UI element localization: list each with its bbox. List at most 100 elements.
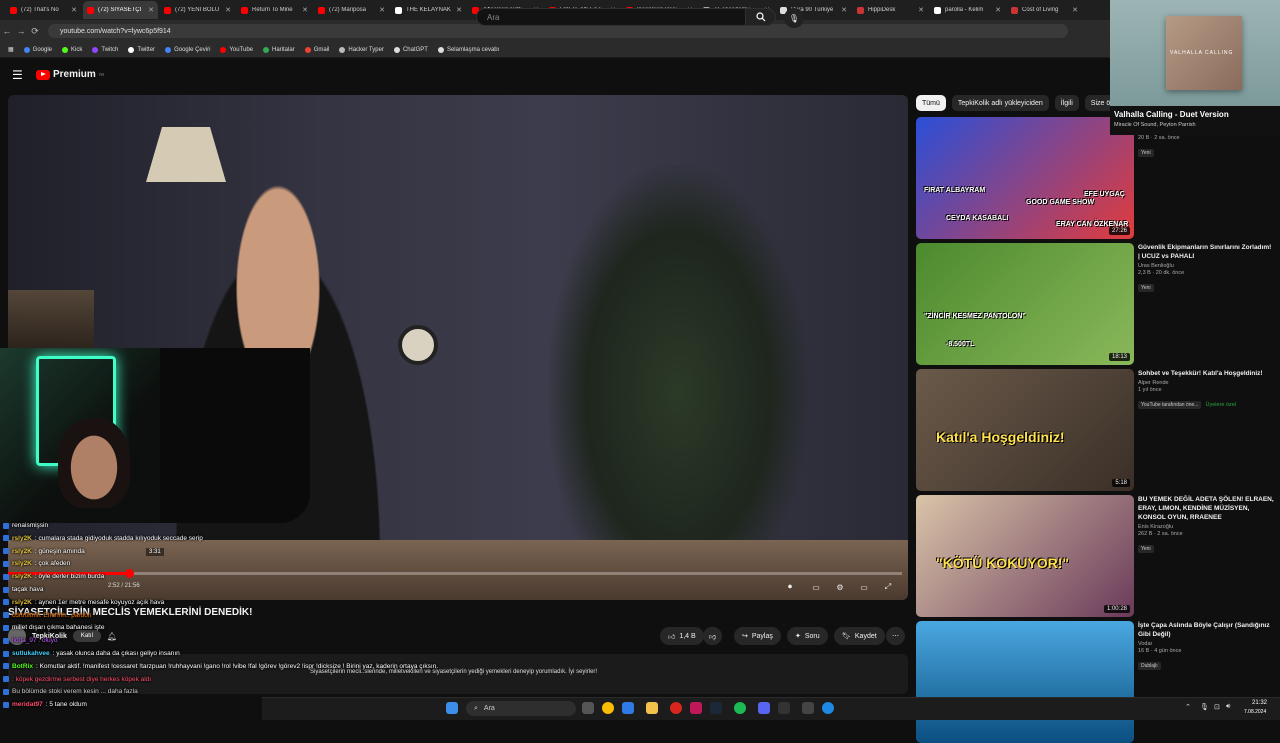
browser-tab[interactable]: THE KELAYNAK ✕	[391, 1, 466, 19]
filter-chip[interactable]: TepkiKolik adlı yükleyiciden	[951, 95, 1049, 111]
browser-tab[interactable]: (72) That's No ✕	[6, 1, 81, 19]
browser-tab[interactable]: (72) Mariposa ✕	[314, 1, 389, 19]
browser-tab[interactable]: (72) YENİ BÖLÜ ✕	[160, 1, 235, 19]
recommended-channel[interactable]: Vodar	[1138, 641, 1274, 647]
recommended-channel[interactable]: Enis Kirazoğlu	[1138, 524, 1274, 530]
file-explorer-icon[interactable]	[646, 702, 658, 714]
settings-gear-icon[interactable]: ⚙	[831, 580, 849, 594]
tab-close-icon[interactable]: ✕	[379, 6, 385, 14]
more-actions-button[interactable]: ⋯	[886, 627, 905, 645]
tab-favicon-icon	[10, 6, 17, 14]
recommended-channel[interactable]: Uras Benlioğlu	[1138, 263, 1274, 269]
recommended-video[interactable]: "KÖTÜ KOKUYOR!" 1:00:28 BU YEMEK DEĞİL ADE…	[916, 495, 1276, 617]
edge-icon[interactable]	[822, 702, 834, 714]
hamburger-menu-icon[interactable]: ☰	[12, 68, 23, 82]
browser-tab[interactable]: HippiDesk ✕	[853, 1, 928, 19]
app-icon-gray[interactable]	[802, 702, 814, 714]
url-field[interactable]: youtube.com/watch?v=lywc6p5f914	[48, 24, 1068, 38]
tab-close-icon[interactable]: ✕	[841, 6, 847, 14]
browser-tab[interactable]: Cost of Living ✕	[1007, 1, 1082, 19]
recommended-title[interactable]: Sohbet ve Teşekkür! Katıl'a Hoşgeldiniz!	[1138, 369, 1274, 378]
mini-player-title[interactable]: Valhalla Calling - Duet Version	[1114, 110, 1229, 119]
subtitles-icon[interactable]: ▭	[807, 580, 825, 594]
recommended-video[interactable]: "ZİNCİR KESMEZ PANTOLON" -8.500TL 18:13 Güv…	[916, 243, 1276, 365]
windows-start-icon[interactable]	[446, 702, 458, 714]
tab-close-icon[interactable]: ✕	[148, 6, 154, 14]
video-thumbnail[interactable]: FIRAT ALBAYRAM CEYDA KASABALI GOOD GAME SH…	[916, 117, 1134, 239]
fullscreen-icon[interactable]: ⤢	[879, 580, 897, 594]
filter-chip[interactable]: Tümü	[916, 95, 946, 111]
volume-icon[interactable]: 🔊︎	[1226, 703, 1230, 711]
browser-tab[interactable]: parolla - Kelim ✕	[930, 1, 1005, 19]
tab-close-icon[interactable]: ✕	[456, 6, 462, 14]
taskbar-time[interactable]: 21:32	[1252, 700, 1267, 706]
recommended-channel[interactable]: Alper Rende	[1138, 380, 1274, 386]
tab-close-icon[interactable]: ✕	[918, 6, 924, 14]
video-thumbnail[interactable]: "KÖTÜ KOKUYOR!"	[916, 495, 1134, 617]
network-icon[interactable]: ⊡	[1214, 703, 1220, 711]
reload-icon[interactable]: ⟳	[28, 26, 42, 37]
bookmark-item[interactable]: ChatGPT	[393, 46, 428, 53]
discord-icon[interactable]	[758, 702, 770, 714]
tray-chevron-icon[interactable]: ⌃	[1185, 703, 1191, 711]
bookmark-item[interactable]: Kick	[62, 46, 82, 53]
bookmark-item[interactable]: Google	[23, 46, 52, 53]
like-button[interactable]: 👍︎ 1,4 B	[660, 627, 704, 645]
bookmark-item[interactable]: YouTube	[220, 46, 253, 53]
mic-tray-icon[interactable]: 🎙︎	[1200, 703, 1209, 711]
widgets-icon[interactable]	[622, 702, 634, 714]
webcam-overlay	[0, 348, 160, 523]
tab-close-icon[interactable]: ✕	[71, 6, 77, 14]
bookmark-item[interactable]: Selamlaşma cevabı	[437, 46, 499, 53]
terminal-icon[interactable]	[778, 702, 790, 714]
recommended-title[interactable]: Güvenlik Ekipmanların Sınırlarını Zorlad…	[1138, 243, 1274, 261]
tab-close-icon[interactable]: ✕	[225, 6, 231, 14]
recommended-video[interactable]: Katıl'a Hoşgeldiniz! 5:18 Sohbet ve Teşekk…	[916, 369, 1276, 491]
share-button[interactable]: ↪ Paylaş	[734, 627, 781, 645]
forward-icon[interactable]: →	[14, 26, 28, 36]
thumbnail-text: "KÖTÜ KOKUYOR!"	[936, 555, 1070, 571]
browser-tab[interactable]: Return To Mine ✕	[237, 1, 312, 19]
chat-message: renaismişsin	[3, 522, 48, 529]
chat-badge-icon	[3, 676, 9, 683]
youtube-logo[interactable]: Premium TR	[36, 69, 104, 80]
bookmark-item[interactable]: Hacker Typer	[339, 46, 384, 53]
dislike-button[interactable]: 👎︎	[703, 627, 723, 645]
taskbar-date[interactable]: 7.08.2024	[1244, 709, 1266, 715]
bookmark-item[interactable]: Twitter	[128, 46, 155, 53]
video-thumbnail[interactable]	[916, 621, 1134, 743]
recommended-title[interactable]: BU YEMEK DEĞİL ADETA ŞÖLEN! ELRAEN, ERAY…	[1138, 495, 1274, 522]
tab-close-icon[interactable]: ✕	[302, 6, 308, 14]
save-button[interactable]: 🔖︎ Kaydet	[834, 627, 885, 645]
autoplay-toggle-icon[interactable]: ⏺	[781, 580, 799, 594]
tab-close-icon[interactable]: ✕	[1072, 6, 1078, 14]
chat-message: rsly2K: aynen 1er metre mesafe koyuyoz a…	[3, 599, 164, 606]
voice-search-button[interactable]: 🎙	[784, 8, 804, 28]
recommended-title[interactable]: İşte Çapa Aslında Böyle Çalışır (Sandığı…	[1138, 621, 1274, 639]
recommended-video[interactable]: İşte Çapa Aslında Böyle Çalışır (Sandığı…	[916, 621, 1276, 743]
bookmark-item[interactable]: Haritalar	[263, 46, 295, 53]
browser-tab[interactable]: (72) SİYASETÇİ ✕	[83, 1, 158, 19]
app-icon-pink[interactable]	[690, 702, 702, 714]
app-icon-red[interactable]	[670, 702, 682, 714]
search-button[interactable]	[746, 8, 776, 26]
filter-chip[interactable]: İlgili	[1054, 95, 1079, 111]
recommended-video[interactable]: FIRAT ALBAYRAM CEYDA KASABALI GOOD GAME SH…	[916, 117, 1276, 239]
spotify-icon[interactable]	[734, 702, 746, 714]
taskbar-search[interactable]: ⌕ Ara	[466, 701, 576, 716]
bookmark-item[interactable]: Google Çeviri	[165, 46, 210, 53]
task-view-icon[interactable]	[582, 702, 594, 714]
tab-close-icon[interactable]: ✕	[995, 6, 1001, 14]
search-input[interactable]: Ara	[476, 8, 746, 26]
back-icon[interactable]: ←	[0, 26, 14, 36]
ask-button[interactable]: ✦ Soru	[787, 627, 828, 645]
bookmark-item[interactable]: Gmail	[304, 46, 329, 53]
video-thumbnail[interactable]: Katıl'a Hoşgeldiniz!	[916, 369, 1134, 491]
video-thumbnail[interactable]: "ZİNCİR KESMEZ PANTOLON" -8.500TL	[916, 243, 1134, 365]
thumbs-up-icon: 👍︎	[668, 633, 676, 641]
theater-mode-icon[interactable]: ▭	[855, 580, 873, 594]
steam-icon[interactable]	[710, 702, 722, 714]
chrome-icon[interactable]	[602, 702, 614, 714]
bookmark-item[interactable]: Twitch	[92, 46, 118, 53]
apps-icon[interactable]: ▦	[8, 46, 14, 53]
